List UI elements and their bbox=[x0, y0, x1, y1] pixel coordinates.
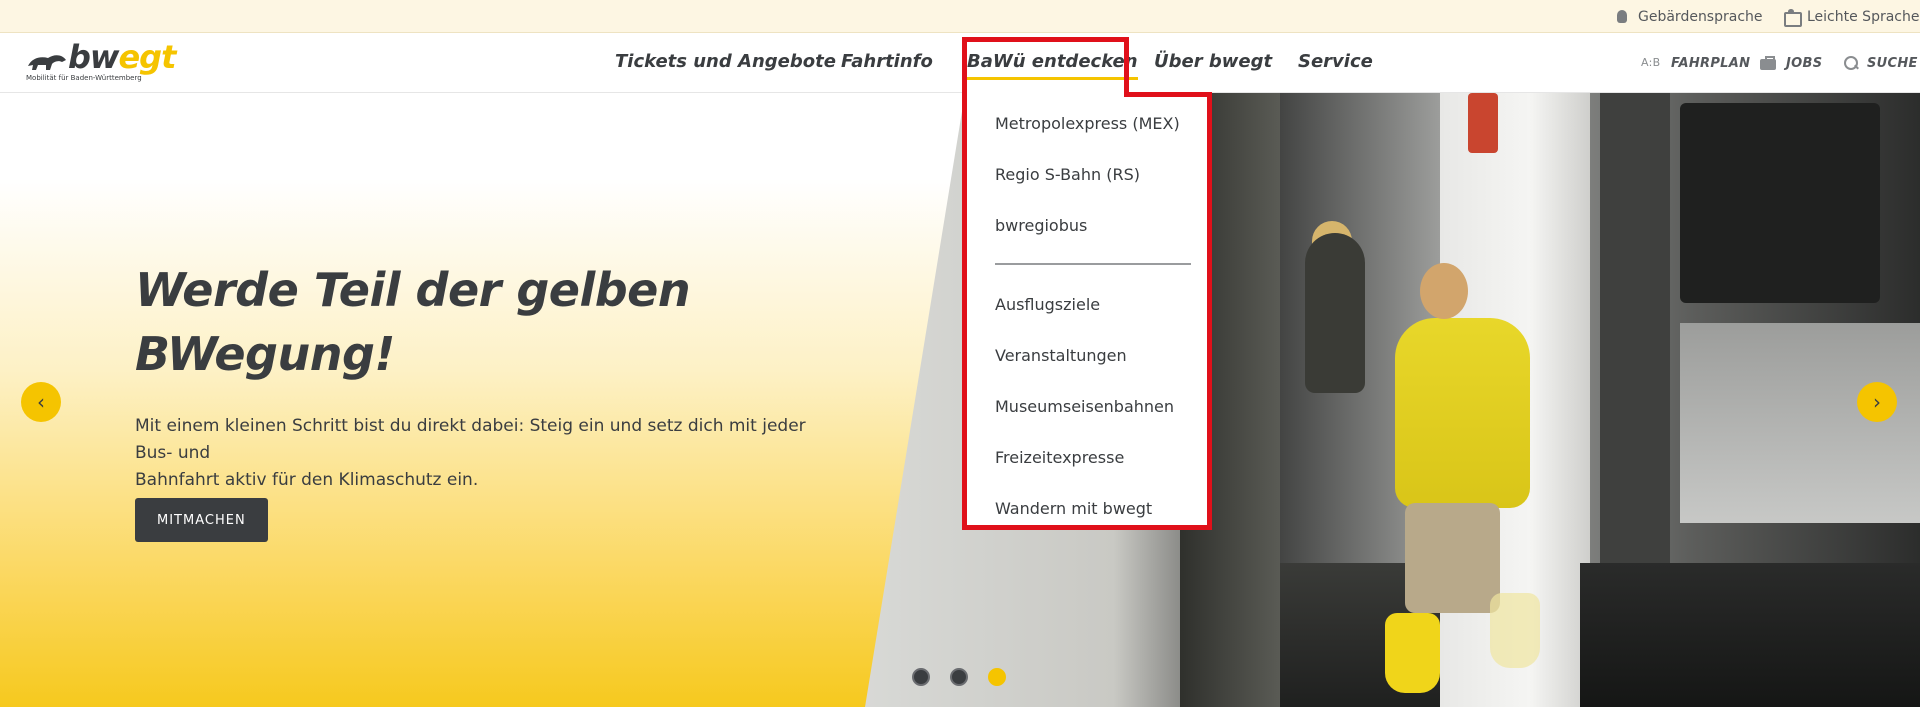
nav-tickets[interactable]: Tickets und Angebote bbox=[615, 51, 836, 72]
chevron-right-icon: › bbox=[1873, 390, 1881, 414]
logo-tagline: Mobilität für Baden-Württemberg bbox=[26, 74, 142, 82]
hand-icon bbox=[1614, 9, 1630, 25]
book-icon bbox=[1783, 8, 1802, 27]
search-link[interactable]: SUCHE bbox=[1843, 33, 1918, 93]
hero-slider: Werde Teil der gelben BWegung! Mit einem… bbox=[0, 93, 1920, 707]
menu-item-bwregiobus[interactable]: bwregiobus bbox=[995, 216, 1087, 235]
fahrplan-label: FAHRPLAN bbox=[1671, 55, 1751, 71]
easy-language-label: Leichte Sprache bbox=[1807, 8, 1920, 25]
menu-item-ausflugsziele[interactable]: Ausflugsziele bbox=[995, 295, 1100, 314]
chevron-left-icon: ‹ bbox=[37, 390, 45, 414]
menu-item-mex[interactable]: Metropolexpress (MEX) bbox=[995, 114, 1180, 133]
route-icon: A:B bbox=[1641, 56, 1661, 69]
nav-service[interactable]: Service bbox=[1298, 51, 1373, 72]
main-header: bwegt Mobilität für Baden-Württemberg Ti… bbox=[0, 33, 1920, 93]
lion-icon bbox=[28, 55, 66, 70]
menu-item-wandern[interactable]: Wandern mit bwegt bbox=[995, 499, 1152, 518]
mitmachen-button[interactable]: MITMACHEN bbox=[135, 498, 268, 542]
menu-divider bbox=[995, 263, 1191, 265]
next-slide-button[interactable]: › bbox=[1857, 382, 1897, 422]
slide-dots bbox=[912, 668, 1006, 686]
bawue-dropdown-menu: Metropolexpress (MEX) Regio S-Bahn (RS) … bbox=[962, 92, 1212, 530]
fahrplan-link[interactable]: A:B FAHRPLAN bbox=[1641, 33, 1750, 93]
slide-dot[interactable] bbox=[950, 668, 968, 686]
highlight-outline bbox=[962, 37, 1129, 97]
prev-slide-button[interactable]: ‹ bbox=[21, 382, 61, 422]
hero-text: Mit einem kleinen Schritt bist du direkt… bbox=[135, 416, 806, 490]
bwegt-logo[interactable]: bwegt Mobilität für Baden-Württemberg bbox=[26, 38, 176, 86]
nav-ueber-bwegt[interactable]: Über bwegt bbox=[1154, 51, 1272, 72]
menu-item-veranstaltungen[interactable]: Veranstaltungen bbox=[995, 346, 1127, 365]
sign-language-link[interactable]: Gebärdensprache bbox=[1614, 0, 1763, 33]
easy-language-link[interactable]: Leichte Sprache bbox=[1783, 0, 1919, 33]
search-icon bbox=[1843, 55, 1859, 71]
menu-item-regio-s-bahn[interactable]: Regio S-Bahn (RS) bbox=[995, 165, 1140, 184]
slide-dot-active[interactable] bbox=[988, 668, 1006, 686]
briefcase-icon bbox=[1760, 55, 1778, 71]
jobs-label: JOBS bbox=[1786, 55, 1823, 71]
menu-item-museumseisenbahnen[interactable]: Museumseisenbahnen bbox=[995, 397, 1174, 416]
utility-bar: Gebärdensprache Leichte Sprache bbox=[0, 0, 1920, 33]
nav-fahrtinfo[interactable]: Fahrtinfo bbox=[841, 51, 933, 72]
search-label: SUCHE bbox=[1867, 55, 1918, 71]
hero-title: Werde Teil der gelben BWegung! bbox=[135, 263, 691, 381]
jobs-link[interactable]: JOBS bbox=[1760, 33, 1822, 93]
sign-language-label: Gebärdensprache bbox=[1638, 8, 1763, 25]
logo-wordmark: bwegt bbox=[68, 38, 176, 76]
slide-dot[interactable] bbox=[912, 668, 930, 686]
menu-item-freizeitexpresse[interactable]: Freizeitexpresse bbox=[995, 448, 1124, 467]
